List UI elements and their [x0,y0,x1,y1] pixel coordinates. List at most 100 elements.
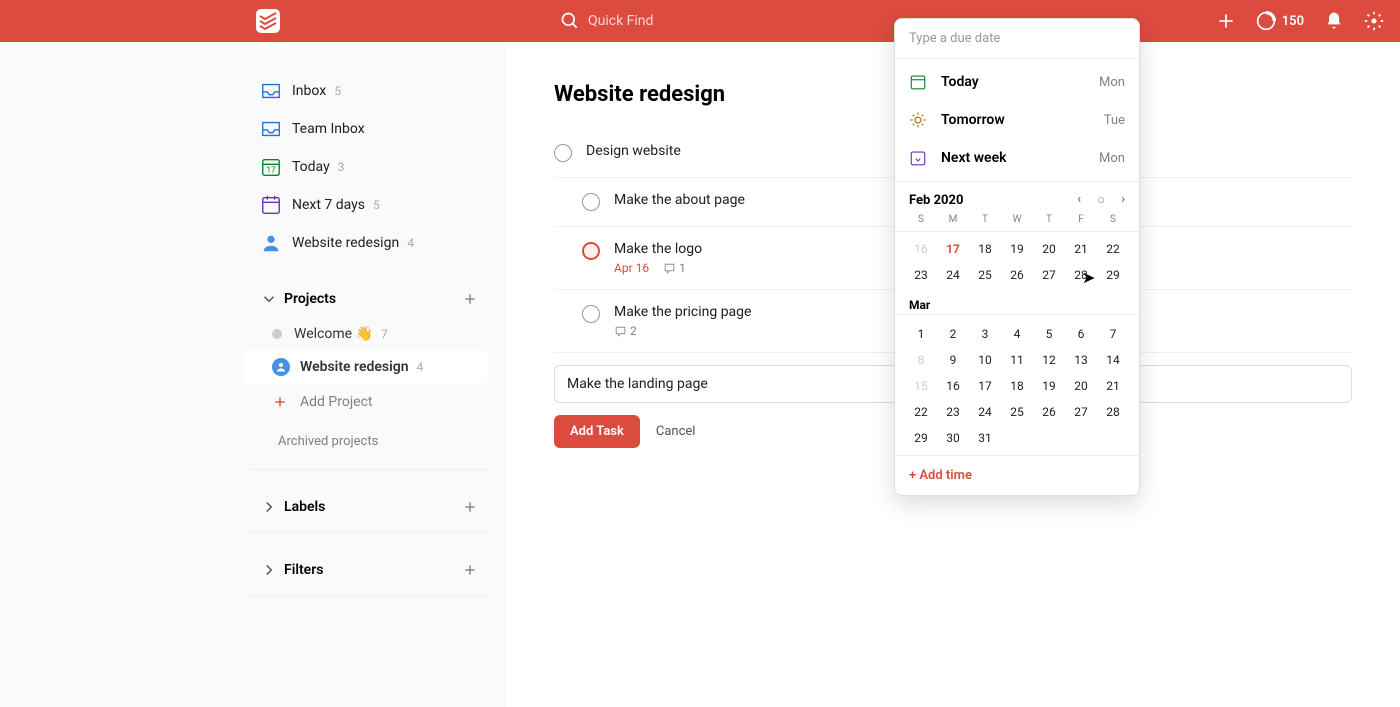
add-time-button[interactable]: + Add time [895,455,1139,495]
task-checkbox[interactable] [554,144,572,162]
cancel-button[interactable]: Cancel [656,424,696,439]
archived-projects-link[interactable]: Archived projects [244,420,506,463]
month-header: Feb 2020 ‹ ○ › [895,182,1139,214]
calendar-day[interactable]: 12 [1033,347,1065,373]
plus-icon[interactable] [1216,11,1236,31]
labels-header[interactable]: Labels [244,488,506,526]
team-inbox-icon [260,118,282,140]
calendar-day[interactable]: 3 [969,321,1001,347]
calendar-day[interactable]: 22 [905,399,937,425]
calendar-day[interactable]: 13 [1065,347,1097,373]
calendar-day[interactable]: 27 [1033,262,1065,288]
calendar-day[interactable]: 25 [1001,399,1033,425]
task-comments[interactable]: 1 [663,261,686,275]
calendar-day[interactable]: 20 [1033,236,1065,262]
prev-month-button[interactable]: ‹ [1077,192,1081,208]
calendar-day[interactable]: 23 [937,399,969,425]
calendar-day[interactable]: 8 [905,347,937,373]
karma-score[interactable]: 150 [1256,11,1304,31]
task-comments[interactable]: 2 [614,324,637,338]
person-icon [272,358,290,376]
calendar-day[interactable]: 24 [937,262,969,288]
chevron-right-icon [260,561,278,579]
due-date-input[interactable]: Type a due date [895,19,1139,59]
task-title: Make the pricing page [614,304,751,320]
shortcut-today[interactable]: Today Mon [895,63,1139,101]
calendar-day[interactable]: 29 [905,425,937,451]
calendar-day[interactable]: 21 [1065,236,1097,262]
calendar-day[interactable]: 26 [1001,262,1033,288]
shortcut-next-week[interactable]: Next week Mon [895,139,1139,177]
calendar-day[interactable]: 30 [937,425,969,451]
calendar-day[interactable]: 6 [1065,321,1097,347]
calendar-day[interactable]: 21 [1097,373,1129,399]
filters-header[interactable]: Filters [244,551,506,589]
next-month-button[interactable]: › [1121,192,1125,208]
search-input[interactable]: Quick Find [560,11,653,31]
calendar-day[interactable]: 1 [905,321,937,347]
plus-icon[interactable] [462,499,478,515]
plus-icon[interactable] [462,562,478,578]
today-nav-button[interactable]: ○ [1097,192,1105,208]
app-logo[interactable] [256,9,280,33]
plus-icon[interactable] [462,291,478,307]
calendar-day[interactable]: 16 [937,373,969,399]
add-project-button[interactable]: Add Project [244,384,506,420]
calendar-day[interactable]: 18 [969,236,1001,262]
calendar-day[interactable]: 26 [1033,399,1065,425]
calendar-day[interactable]: 7 [1097,321,1129,347]
calendar-day[interactable]: 18 [1001,373,1033,399]
task-checkbox[interactable] [582,242,600,260]
calendar-day[interactable]: 31 [969,425,1001,451]
task-checkbox[interactable] [582,193,600,211]
calendar-day[interactable]: 5 [1033,321,1065,347]
sidebar-item-team-inbox[interactable]: Team Inbox [244,110,488,148]
project-item-website-redesign[interactable]: Website redesign 4 [244,350,488,384]
calendar-day[interactable]: 20 [1065,373,1097,399]
calendar-day[interactable]: 17 [937,236,969,262]
task-checkbox[interactable] [582,305,600,323]
calendar-day[interactable]: 16 [905,236,937,262]
calendar-day[interactable]: 14 [1097,347,1129,373]
sidebar-item-website-redesign-nav[interactable]: Website redesign 4 [244,224,488,262]
calendar-day[interactable]: 22 [1097,236,1129,262]
search-placeholder: Quick Find [588,13,653,29]
calendar-day[interactable]: 25 [969,262,1001,288]
calendar-day[interactable]: 19 [1001,236,1033,262]
calendar-day[interactable]: 28 [1097,399,1129,425]
svg-text:17: 17 [266,166,276,176]
calendar-grid-feb: 1617181920212223242526272829 [895,232,1139,292]
sidebar-item-inbox[interactable]: Inbox 5 [244,72,488,110]
weekday-labels: SMTWTFS [895,214,1139,232]
calendar-day[interactable]: 10 [969,347,1001,373]
add-task-button[interactable]: Add Task [554,415,640,448]
comment-icon [663,262,676,275]
shortcut-tomorrow[interactable]: Tomorrow Tue [895,101,1139,139]
project-item-welcome[interactable]: Welcome 👋 7 [244,318,488,350]
weekday-label: F [1065,214,1097,225]
calendar-day[interactable]: 19 [1033,373,1065,399]
calendar-day[interactable]: 17 [969,373,1001,399]
today-icon [909,73,927,91]
sidebar-item-next7days[interactable]: Next 7 days 5 [244,186,488,224]
calendar-day [1001,425,1033,451]
month-label-mar: Mar [895,292,1139,315]
calendar-day[interactable]: 2 [937,321,969,347]
weekday-label: S [905,214,937,225]
gear-icon[interactable] [1364,11,1384,31]
topbar-right: 150 [1216,11,1384,31]
calendar-day[interactable]: 24 [969,399,1001,425]
calendar-day[interactable]: 29 [1097,262,1129,288]
projects-header[interactable]: Projects [244,280,506,318]
cursor-icon: ➤ [1082,268,1095,287]
bell-icon[interactable] [1324,11,1344,31]
weekday-label: T [969,214,1001,225]
task-title: Design website [586,143,681,159]
calendar-day[interactable]: 15 [905,373,937,399]
sidebar-item-today[interactable]: 17 Today 3 [244,148,488,186]
calendar-day[interactable]: 4 [1001,321,1033,347]
calendar-day[interactable]: 23 [905,262,937,288]
calendar-day[interactable]: 9 [937,347,969,373]
calendar-day[interactable]: 27 [1065,399,1097,425]
calendar-day[interactable]: 11 [1001,347,1033,373]
